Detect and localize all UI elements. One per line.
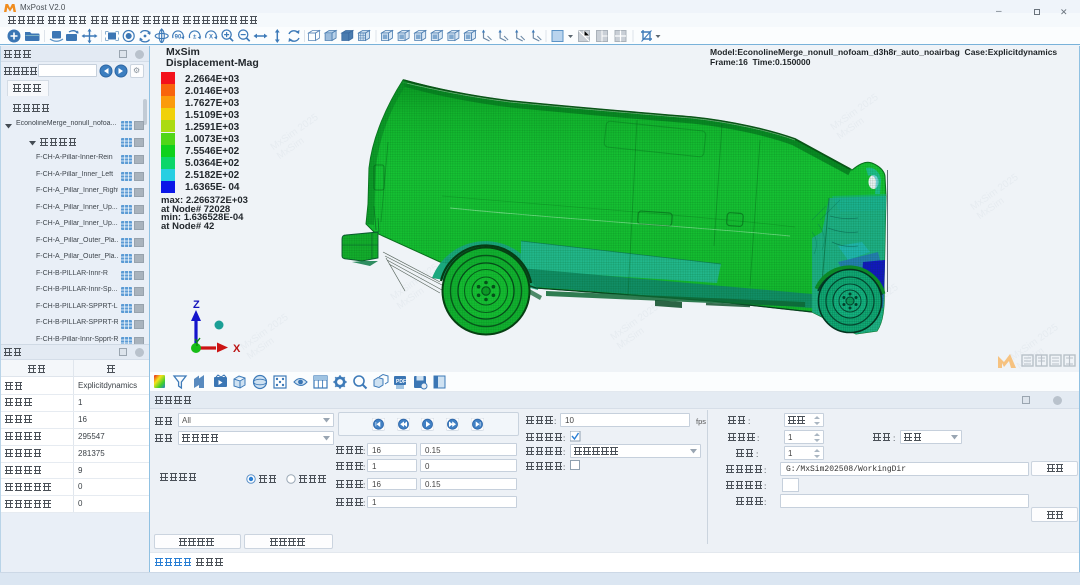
svg-text:90: 90	[175, 35, 182, 41]
svg-text:PDF: PDF	[396, 379, 406, 385]
svg-text:X: X	[209, 35, 213, 41]
svg-text:±: ±	[193, 35, 197, 41]
